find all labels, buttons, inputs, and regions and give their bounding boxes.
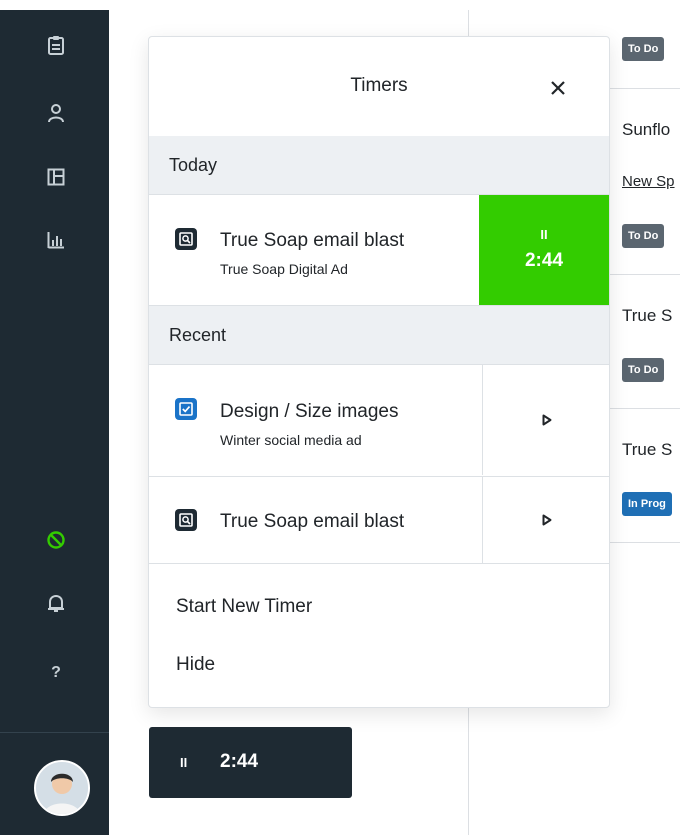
status-badge: In Prog xyxy=(622,492,672,516)
close-icon xyxy=(551,81,565,95)
timer-row[interactable]: Design / Size images Winter social media… xyxy=(149,365,609,477)
start-timer-button[interactable] xyxy=(482,477,609,563)
timer-project-name: True Soap Digital Ad xyxy=(220,261,348,277)
timers-panel: Timers Today True Soap email blast True … xyxy=(148,36,610,708)
timer-row[interactable]: True Soap email blast True Soap Digital … xyxy=(149,195,609,306)
task-title[interactable]: True S xyxy=(622,440,672,460)
list-separator xyxy=(608,542,680,543)
help-icon[interactable]: ? xyxy=(44,661,68,685)
task-title[interactable]: True S xyxy=(622,306,672,326)
pause-icon[interactable]: II xyxy=(180,755,187,770)
digital-ad-icon xyxy=(175,228,197,250)
status-badge: To Do xyxy=(622,37,665,61)
timer-task-title: Design / Size images xyxy=(220,401,399,422)
digital-ad-icon xyxy=(175,509,197,531)
top-strip xyxy=(0,0,680,10)
bar-chart-icon[interactable] xyxy=(44,228,68,252)
user-icon[interactable] xyxy=(44,101,68,125)
list-separator xyxy=(608,408,680,409)
timer-row[interactable]: True Soap email blast xyxy=(149,477,609,564)
clipboard-icon[interactable] xyxy=(44,33,68,57)
status-badge: To Do xyxy=(622,224,665,248)
checkbox-task-icon xyxy=(175,398,197,420)
list-separator xyxy=(608,274,680,275)
status-badge: To Do xyxy=(622,358,665,382)
elapsed-time: 2:44 xyxy=(524,250,564,271)
list-separator xyxy=(608,88,680,89)
task-title[interactable]: Sunflo xyxy=(622,120,670,140)
close-button[interactable] xyxy=(543,73,573,103)
timer-project-name: Winter social media ad xyxy=(220,432,362,448)
pause-timer-button[interactable]: II 2:44 xyxy=(479,195,609,305)
panel-header: Timers xyxy=(149,37,609,137)
avatar[interactable] xyxy=(34,760,90,816)
running-time: 2:44 xyxy=(220,751,259,772)
hide-link[interactable]: Hide xyxy=(176,654,215,676)
start-new-timer-link[interactable]: Start New Timer xyxy=(176,596,312,618)
running-timer-widget[interactable]: II 2:44 xyxy=(149,727,352,798)
section-heading: Today xyxy=(169,155,218,175)
pause-icon: II xyxy=(540,227,548,242)
section-recent: Recent xyxy=(149,306,609,365)
timer-task-title: True Soap email blast xyxy=(220,511,405,532)
no-entry-icon[interactable] xyxy=(44,528,68,552)
layout-icon[interactable] xyxy=(44,165,68,189)
panel-title: Timers xyxy=(350,75,408,96)
section-heading: Recent xyxy=(169,325,227,345)
bell-icon[interactable] xyxy=(44,592,68,616)
sidebar-divider xyxy=(0,732,109,733)
section-today: Today xyxy=(149,136,609,195)
background-task-list: To Do Sunflo New Sp To Do True S To Do T… xyxy=(608,10,680,550)
project-link[interactable]: New Sp xyxy=(622,173,675,190)
play-icon xyxy=(542,414,551,426)
timer-task-title: True Soap email blast xyxy=(220,230,405,251)
sidebar: ? xyxy=(0,10,109,835)
play-icon xyxy=(542,514,551,526)
start-timer-button[interactable] xyxy=(482,365,609,475)
